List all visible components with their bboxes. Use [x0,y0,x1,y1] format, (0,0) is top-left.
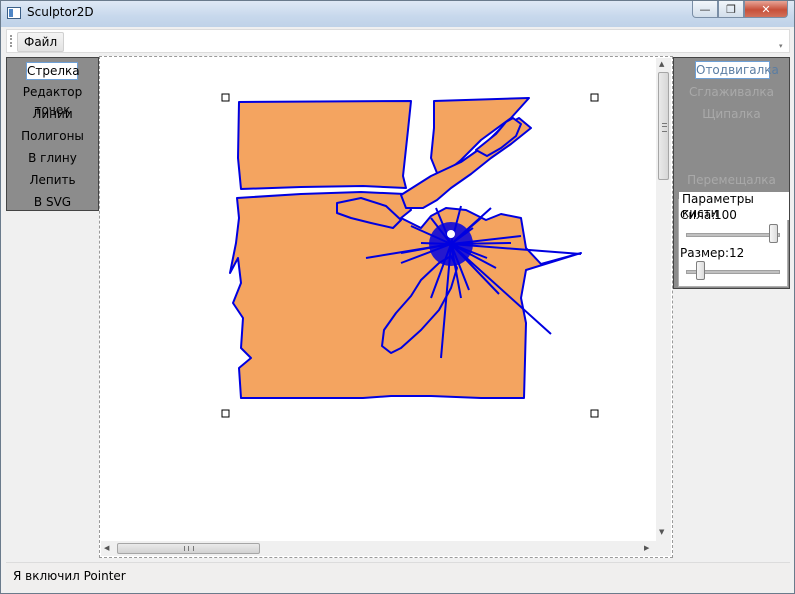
clay-shape[interactable] [229,97,582,399]
vertical-scrollbar[interactable]: ▲ ▼ [656,58,671,541]
tool-to-svg[interactable]: В SVG [7,193,98,211]
window-controls: — ❐ ✕ [692,1,788,19]
scroll-corner [656,541,671,556]
size-label: Размер: [680,246,730,260]
horizontal-scroll-thumb[interactable] [117,543,260,554]
status-text: Я включил Pointer [13,569,126,583]
strength-slider-thumb[interactable] [769,224,778,243]
tool-smooth[interactable]: Сглаживалка [674,83,789,101]
size-value: 12 [729,246,745,260]
tool-pinch[interactable]: Щипалка [674,105,789,123]
tool-arrow[interactable]: Стрелка [26,62,80,80]
right-tool-panel: Отодвигалка Сглаживалка Щипалка Перемеща… [673,57,790,289]
strength-value: 100 [714,208,737,222]
title-bar: Sculptor2D — ❐ ✕ [1,1,794,27]
scroll-down-icon[interactable]: ▼ [659,528,664,536]
drawing-canvas[interactable] [101,58,657,542]
overflow-icon[interactable]: ▾ [779,42,787,50]
app-window: Sculptor2D — ❐ ✕ Файл ▾ Стрелка Редактор… [0,0,795,594]
handle-top-left[interactable] [221,93,230,102]
close-button[interactable]: ✕ [744,1,788,18]
scroll-up-icon[interactable]: ▲ [659,60,664,68]
strength-slider-track[interactable] [686,233,780,237]
toolbar-grip-icon[interactable] [10,35,14,47]
app-icon [7,7,21,19]
horizontal-scrollbar[interactable]: ◀ ▶ [101,541,656,556]
tool-move[interactable]: Перемещалка [674,171,789,189]
scroll-right-icon[interactable]: ▶ [644,544,649,552]
size-slider-thumb[interactable] [695,261,705,280]
menu-file[interactable]: Файл [17,32,65,52]
menu-bar: Файл ▾ [6,29,790,53]
scroll-left-icon[interactable]: ◀ [104,544,109,552]
handle-bottom-left[interactable] [221,409,230,418]
tool-lines[interactable]: Линии [7,105,98,123]
tool-push[interactable]: Отодвигалка [695,61,779,79]
strength-label: Сила: [680,208,716,222]
handle-bottom-right[interactable] [590,409,599,418]
vertical-scroll-thumb[interactable] [658,72,669,180]
canvas-area[interactable] [99,56,673,558]
tool-polygons[interactable]: Полигоны [7,127,98,145]
minimize-button[interactable]: — [692,1,718,18]
tool-to-clay[interactable]: В глину [7,149,98,167]
tool-point-editor[interactable]: Редактор точек [7,83,98,117]
maximize-button[interactable]: ❐ [718,1,744,18]
handle-top-right[interactable] [590,93,599,102]
tool-sculpt[interactable]: Лепить [7,171,98,189]
window-title: Sculptor2D [27,5,94,19]
status-bar: Я включил Pointer [6,562,790,590]
left-tool-panel: Стрелка Редактор точек Линии Полигоны В … [6,57,99,211]
